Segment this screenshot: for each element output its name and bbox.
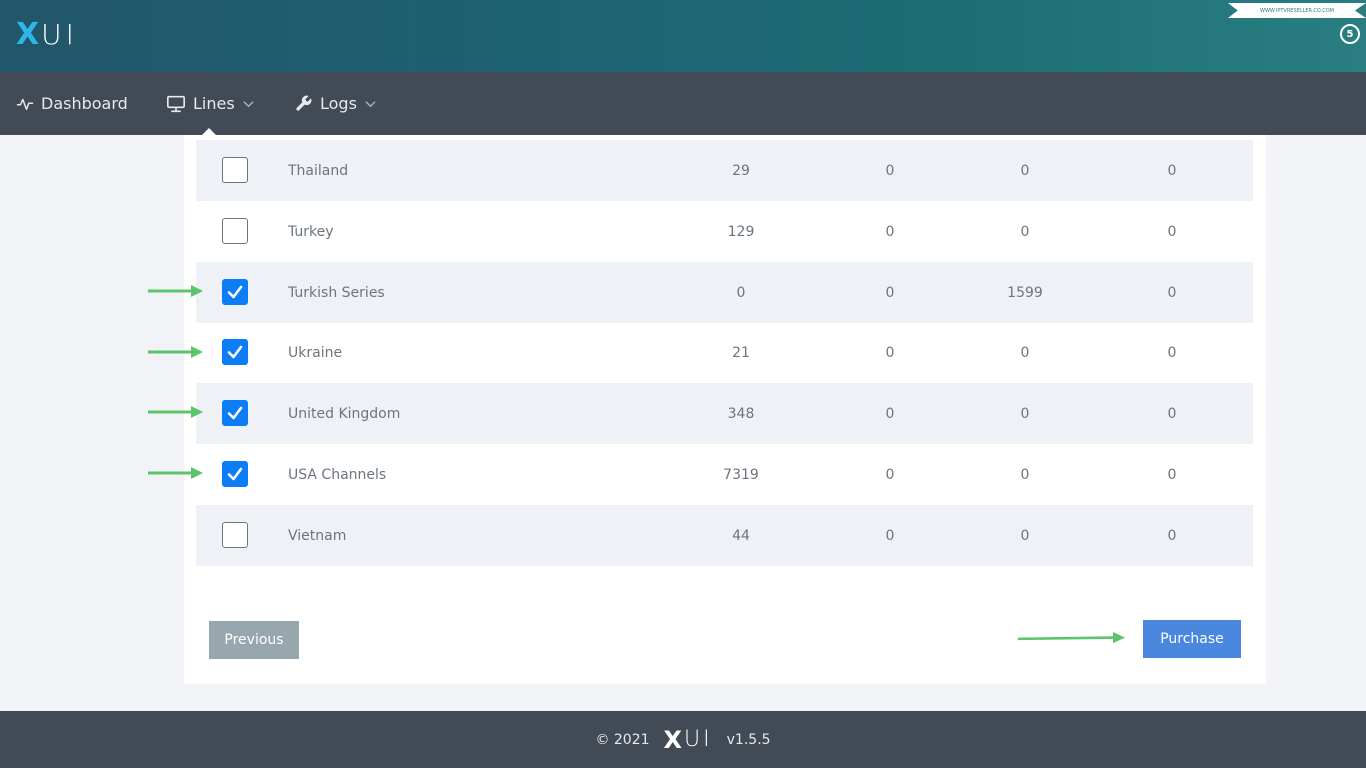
row-checkbox[interactable]	[222, 339, 248, 365]
arrow-right-icon	[148, 285, 203, 297]
row-checkbox[interactable]	[222, 400, 248, 426]
nav-lines[interactable]: Lines	[166, 72, 254, 135]
nav-lines-label: Lines	[193, 94, 235, 113]
footer-logo-x: X	[663, 725, 683, 754]
row-name: Thailand	[288, 162, 349, 179]
row-col4: 0	[1167, 344, 1177, 361]
previous-button[interactable]: Previous	[209, 621, 299, 659]
arrow-right-icon	[1017, 632, 1125, 644]
row-col4: 0	[1167, 223, 1177, 240]
row-col3: 1599	[1007, 284, 1043, 301]
row-checkbox[interactable]	[222, 279, 248, 305]
row-name: Turkey	[288, 223, 334, 240]
check-icon	[227, 467, 243, 481]
row-col4: 0	[1167, 284, 1177, 301]
row-col2: 0	[885, 223, 895, 240]
copyright-text: © 2021	[595, 731, 650, 748]
footer: © 2021 X UI v1.5.5	[0, 711, 1366, 768]
row-col4: 0	[1167, 162, 1177, 179]
row-col4: 0	[1167, 466, 1177, 483]
row-col1: 44	[732, 527, 750, 544]
table-row: Vietnam 44 0 0 0	[196, 505, 1253, 566]
row-col1: 348	[727, 405, 755, 422]
row-col3: 0	[1020, 527, 1030, 544]
row-name: Turkish Series	[288, 284, 385, 301]
arrow-right-icon	[148, 406, 203, 418]
main-navbar: Dashboard Lines Logs	[0, 72, 1366, 135]
row-name: USA Channels	[288, 466, 387, 483]
wrench-icon	[296, 95, 312, 111]
table-row: Thailand 29 0 0 0	[196, 140, 1253, 201]
activity-icon	[16, 98, 34, 110]
credits-badge-icon[interactable]: 5	[1340, 24, 1360, 44]
row-col2: 0	[885, 466, 895, 483]
dropdown-caret	[201, 128, 217, 136]
arrow-right-icon	[148, 467, 203, 479]
row-name: United Kingdom	[288, 405, 401, 422]
row-checkbox[interactable]	[222, 218, 248, 244]
nav-logs-label: Logs	[320, 94, 357, 113]
row-col2: 0	[885, 405, 895, 422]
footer-logo-ui: UI	[684, 727, 713, 752]
row-col3: 0	[1020, 344, 1030, 361]
logo-ui: UI	[41, 17, 78, 51]
row-col1: 129	[727, 223, 755, 240]
nav-logs[interactable]: Logs	[294, 72, 376, 135]
table-row: Ukraine 21 0 0 0	[196, 322, 1253, 383]
version-text: v1.5.5	[726, 731, 771, 748]
row-col1: 29	[732, 162, 750, 179]
chevron-down-icon	[365, 100, 376, 107]
nav-dashboard-label: Dashboard	[41, 94, 128, 113]
row-col1: 21	[732, 344, 750, 361]
row-col3: 0	[1020, 466, 1030, 483]
logo-x: X	[16, 16, 39, 52]
row-checkbox[interactable]	[222, 157, 248, 183]
table-row: Turkey 129 0 0 0	[196, 201, 1253, 262]
row-checkbox[interactable]	[222, 461, 248, 487]
check-icon	[227, 285, 243, 299]
arrow-right-icon	[148, 346, 203, 358]
footer-logo: X UI	[664, 726, 713, 754]
monitor-icon	[167, 95, 185, 112]
row-col2: 0	[885, 162, 895, 179]
table-row: Turkish Series 0 0 1599 0	[196, 262, 1253, 323]
row-col3: 0	[1020, 162, 1030, 179]
app-logo[interactable]: X UI	[16, 16, 78, 52]
row-col1: 0	[736, 284, 746, 301]
row-name: Vietnam	[288, 527, 347, 544]
row-col2: 0	[885, 527, 895, 544]
table-row: USA Channels 7319 0 0 0	[196, 444, 1253, 505]
ribbon-text: WWW.IPTVRESELLER.CO.COM	[1260, 7, 1334, 14]
row-col2: 0	[885, 344, 895, 361]
chevron-down-icon	[243, 100, 254, 107]
reseller-ribbon: WWW.IPTVRESELLER.CO.COM	[1228, 3, 1366, 18]
purchase-button[interactable]: Purchase	[1143, 620, 1241, 658]
row-col3: 0	[1020, 405, 1030, 422]
check-icon	[227, 406, 243, 420]
top-header: X UI WWW.IPTVRESELLER.CO.COM 5	[0, 0, 1366, 72]
row-col3: 0	[1020, 223, 1030, 240]
check-icon	[227, 345, 243, 359]
row-col2: 0	[885, 284, 895, 301]
row-col4: 0	[1167, 405, 1177, 422]
row-name: Ukraine	[288, 344, 343, 361]
row-col4: 0	[1167, 527, 1177, 544]
table-row: United Kingdom 348 0 0 0	[196, 383, 1253, 444]
nav-dashboard[interactable]: Dashboard	[16, 72, 128, 135]
row-checkbox[interactable]	[222, 522, 248, 548]
row-col1: 7319	[723, 466, 759, 483]
